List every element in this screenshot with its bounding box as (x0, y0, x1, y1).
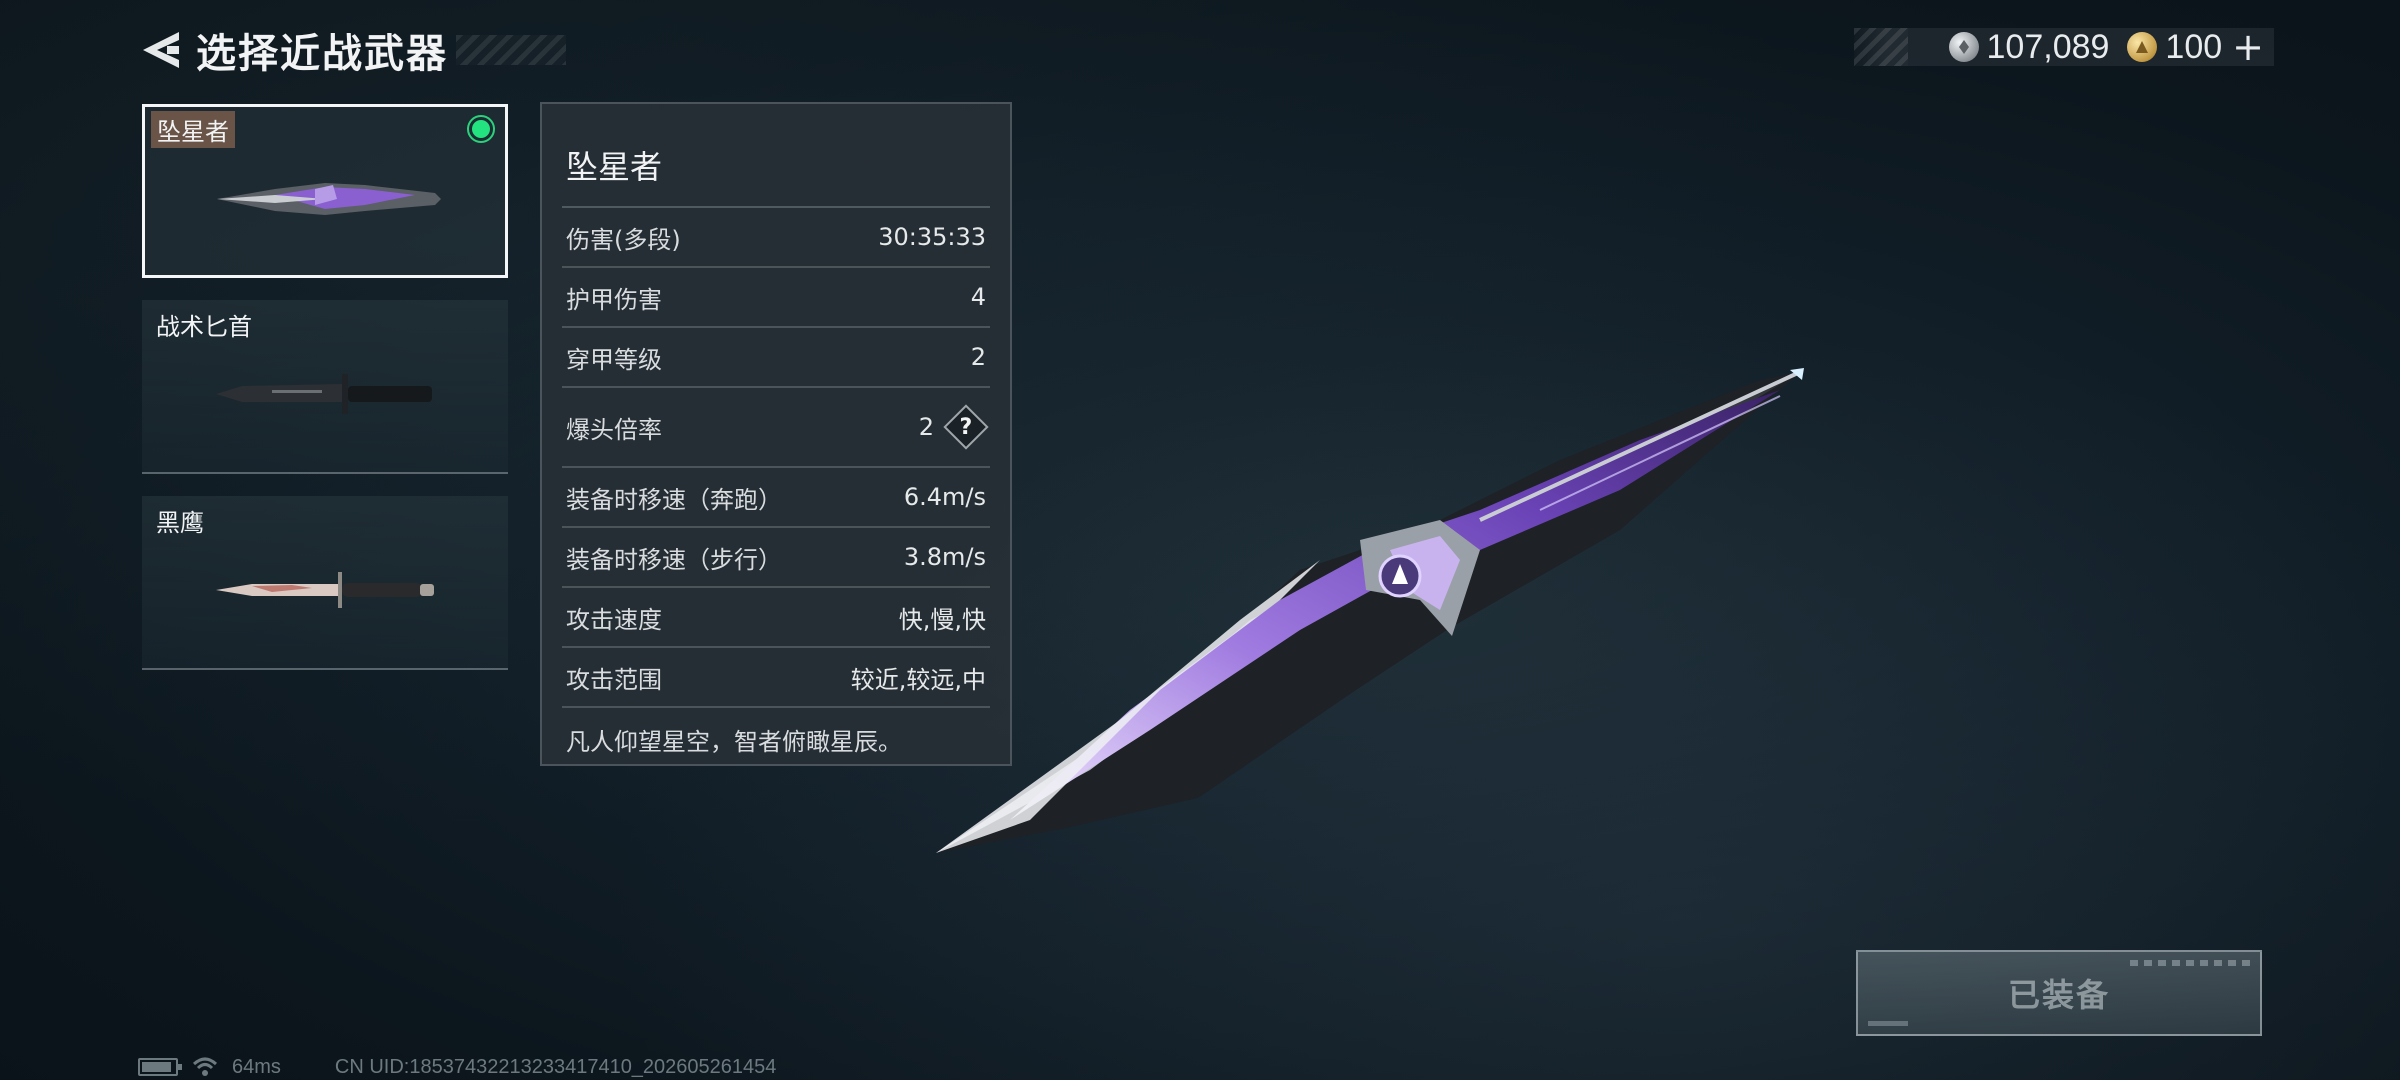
page-title: 选择近战武器 (196, 31, 448, 77)
stat-value: 30:35:33 (878, 223, 986, 251)
stat-row-damage: 伤害(多段) 30:35:33 (562, 208, 990, 268)
stat-value: 4 (970, 283, 986, 311)
weapon-card-black-hawk[interactable]: 黑鹰 (142, 496, 508, 670)
weapon-card-zhuixingzhe[interactable]: 坠星者 (142, 104, 508, 278)
gold-currency-amount: 100 (2165, 27, 2223, 66)
weapon-list: 坠星者 战术匕首 黑鹰 (142, 104, 508, 692)
back-arrow-icon (143, 32, 179, 68)
tactical-dagger-thumbnail (216, 374, 432, 414)
ping-value: 64ms (232, 1055, 281, 1078)
back-button[interactable] (138, 24, 184, 76)
button-decoration (2130, 960, 2250, 966)
weapon-name: 坠星者 (562, 124, 990, 208)
status-bar: 64ms CN UID:18537432213233417410_2026052… (138, 1054, 776, 1080)
gold-coin-icon (2127, 32, 2158, 62)
stat-label: 伤害(多段) (566, 225, 681, 254)
weapon-card-label: 战术匕首 (156, 313, 252, 341)
equipped-button[interactable]: 已装备 (1856, 950, 2262, 1036)
currency-bar: 107,089 100 + (1854, 25, 2274, 69)
weapon-card-label: 坠星者 (151, 111, 235, 148)
silver-coin-icon (1948, 32, 1979, 62)
title-decoration (456, 35, 566, 65)
header: 选择近战武器 (138, 22, 566, 78)
stat-label: 爆头倍率 (566, 415, 662, 444)
equipped-indicator-icon (467, 115, 495, 143)
equipped-button-label: 已装备 (2007, 976, 2110, 1014)
starfall-knife-thumbnail (217, 183, 441, 215)
gold-currency-suffix: + (2232, 25, 2264, 69)
silver-currency-amount: 107,089 (1986, 27, 2110, 66)
stat-label: 装备时移速（奔跑） (566, 485, 782, 514)
weapon-card-tactical-dagger[interactable]: 战术匕首 (142, 300, 508, 474)
weapon-card-label: 黑鹰 (156, 509, 204, 537)
stat-label: 攻击范围 (566, 665, 662, 694)
stat-label: 攻击速度 (566, 605, 662, 634)
button-decoration (1868, 1021, 1908, 1026)
stat-label: 装备时移速（步行） (566, 545, 782, 574)
black-hawk-knife-thumbnail (216, 572, 434, 608)
weapon-3d-render[interactable] (920, 350, 1840, 870)
wifi-icon (192, 1057, 218, 1076)
stat-label: 护甲伤害 (566, 285, 662, 314)
stat-row-armor-damage: 护甲伤害 4 (562, 268, 990, 328)
user-uid: CN UID:18537432213233417410_202605261454 (334, 1055, 777, 1078)
stat-label: 穿甲等级 (566, 345, 662, 374)
battery-icon (138, 1058, 182, 1076)
